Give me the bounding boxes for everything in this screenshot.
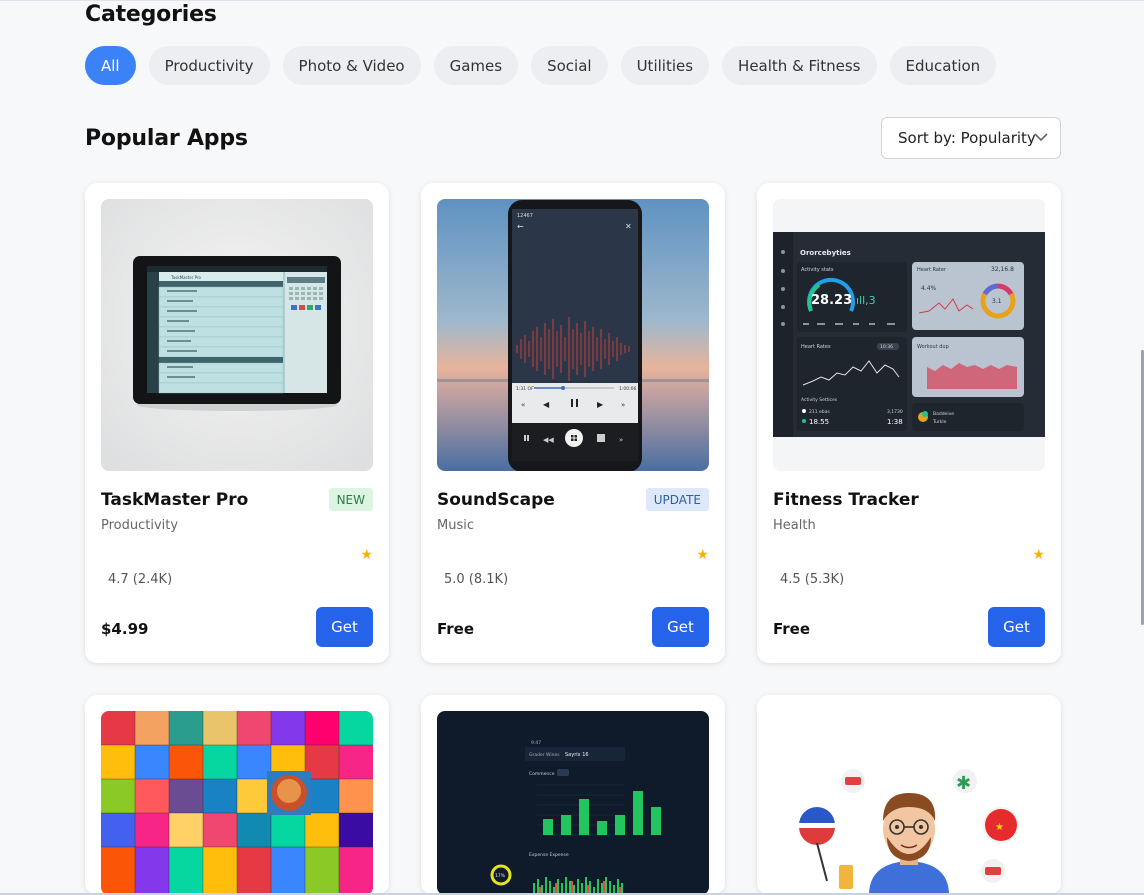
app-screenshot-taskmaster: TaskMaster Pro bbox=[101, 199, 373, 471]
app-rating: 4.7 (2.4K) bbox=[108, 572, 173, 587]
popular-apps-heading: Popular Apps bbox=[85, 126, 248, 151]
close-icon: ✕ bbox=[625, 222, 632, 231]
chip-games[interactable]: Games bbox=[433, 46, 519, 85]
sort-dropdown[interactable]: Sort by: Popularity bbox=[881, 117, 1061, 159]
stat2-value: 18.55 bbox=[809, 418, 829, 426]
update-badge: UPDATE bbox=[645, 488, 709, 511]
finance-expense: Expense Expense bbox=[529, 852, 569, 858]
app-card-soundscape[interactable]: 12467 ← ✕ 1:31 OF 1:00:06 « ◀ ▶ » ◀◀ » S… bbox=[421, 183, 725, 663]
finance-header-center: Sayrix 16 bbox=[565, 752, 589, 758]
chevron-down-icon bbox=[1034, 130, 1048, 144]
sort-label: Sort by: Popularity bbox=[898, 129, 1036, 147]
app-price: Free bbox=[437, 620, 475, 638]
app-category: Health bbox=[773, 518, 816, 533]
app-card-language[interactable]: ✱ ★ bbox=[757, 695, 1061, 895]
chip-utilities[interactable]: Utilities bbox=[620, 46, 710, 85]
app-card-taskmaster[interactable]: TaskMaster Pro TaskMaster Pro NEW Produc… bbox=[85, 183, 389, 663]
chip-education[interactable]: Education bbox=[889, 46, 997, 85]
activity-secondary: ıll,3 bbox=[856, 294, 876, 307]
previous-icon: ◀ bbox=[543, 400, 550, 409]
star-flag-icon: ★ bbox=[995, 822, 1004, 833]
heart-ring-value: 3.1 bbox=[992, 298, 1002, 305]
back-arrow-icon: ← bbox=[517, 222, 524, 231]
star-icon: ★ bbox=[360, 547, 373, 563]
time-elapsed: 1:31 OF bbox=[516, 386, 534, 392]
app-name[interactable]: TaskMaster Pro bbox=[101, 490, 248, 510]
app-price: $4.99 bbox=[101, 620, 149, 638]
get-button[interactable]: Get bbox=[988, 607, 1045, 647]
star-icon: ★ bbox=[1032, 547, 1045, 563]
get-button[interactable]: Get bbox=[652, 607, 709, 647]
app-category: Productivity bbox=[101, 518, 179, 533]
app-screenshot-language: ✱ ★ bbox=[773, 711, 1045, 895]
time-total: 1:00:06 bbox=[619, 386, 636, 392]
chip-photo-video[interactable]: Photo & Video bbox=[282, 46, 421, 85]
app-rating: 4.5 (5.3K) bbox=[780, 572, 845, 587]
chip-social[interactable]: Social bbox=[531, 46, 608, 85]
stat1-label: 211 ebas bbox=[809, 409, 830, 415]
categories-heading: Categories bbox=[85, 2, 217, 27]
activity-value: 28.23 bbox=[811, 293, 852, 308]
heart-title: Heart Rater bbox=[917, 267, 947, 273]
heart-percent: 4.4% bbox=[921, 285, 937, 292]
finance-section: Commence bbox=[529, 771, 555, 777]
heart-value: 32,16.8 bbox=[991, 266, 1014, 273]
app-name[interactable]: SoundScape bbox=[437, 490, 555, 510]
app-card-puzzle[interactable] bbox=[85, 695, 389, 895]
top-divider bbox=[0, 0, 1144, 1]
chip-all[interactable]: All bbox=[85, 46, 136, 85]
app-screenshot-fitness: Ororcebyties Activity stats 28.23 ıll,3 … bbox=[773, 199, 1045, 471]
next-icon: ▶ bbox=[597, 400, 604, 409]
finance-percent: 17% bbox=[495, 873, 506, 879]
finance-time: 9:47 bbox=[531, 740, 541, 746]
music-status-time: 12467 bbox=[517, 213, 533, 219]
legend-a: Baddeive bbox=[933, 411, 954, 417]
stat1-value: 3,1730 bbox=[887, 409, 903, 415]
skip-back-icon: ◀◀ bbox=[543, 436, 554, 444]
app-screenshot-puzzle bbox=[101, 711, 373, 895]
app-screenshot-finance: 9:47 Grader Wines Sayrix 16 Commence Exp… bbox=[437, 711, 709, 895]
app-category: Music bbox=[437, 518, 474, 533]
app-card-fitness-tracker[interactable]: Ororcebyties Activity stats 28.23 ıll,3 … bbox=[757, 183, 1061, 663]
rates-title: Heart Rates bbox=[801, 344, 831, 350]
stat2-right: 1:38 bbox=[887, 418, 903, 426]
app-price: Free bbox=[773, 620, 811, 638]
star-icon: ★ bbox=[696, 547, 709, 563]
app-card-finance[interactable]: 9:47 Grader Wines Sayrix 16 Commence Exp… bbox=[421, 695, 725, 895]
rates-tag: 10:36 bbox=[880, 344, 893, 350]
category-chips: All Productivity Photo & Video Games Soc… bbox=[85, 46, 997, 85]
app-screenshot-soundscape: 12467 ← ✕ 1:31 OF 1:00:06 « ◀ ▶ » ◀◀ » bbox=[437, 199, 709, 471]
get-button[interactable]: Get bbox=[316, 607, 373, 647]
rewind-icon: « bbox=[521, 401, 525, 409]
legend-b: Turkle bbox=[932, 419, 947, 425]
workout-title: Workout dup bbox=[917, 344, 949, 350]
new-badge: NEW bbox=[328, 488, 373, 511]
sparkle-icon: ✱ bbox=[956, 773, 971, 794]
app-name[interactable]: Fitness Tracker bbox=[773, 490, 919, 510]
activity-settings-label: Activity Settices bbox=[801, 397, 838, 403]
app-rating: 5.0 (8.1K) bbox=[444, 572, 509, 587]
forward-icon: » bbox=[621, 401, 625, 409]
skip-forward-icon: » bbox=[619, 436, 623, 444]
finance-header-left: Grader Wines bbox=[529, 752, 560, 758]
chip-productivity[interactable]: Productivity bbox=[148, 46, 270, 85]
tablet-app-title: TaskMaster Pro bbox=[170, 275, 201, 280]
chip-health-fitness[interactable]: Health & Fitness bbox=[722, 46, 877, 85]
fitness-brand: Ororcebyties bbox=[800, 249, 851, 257]
activity-title: Activity stats bbox=[801, 267, 834, 273]
